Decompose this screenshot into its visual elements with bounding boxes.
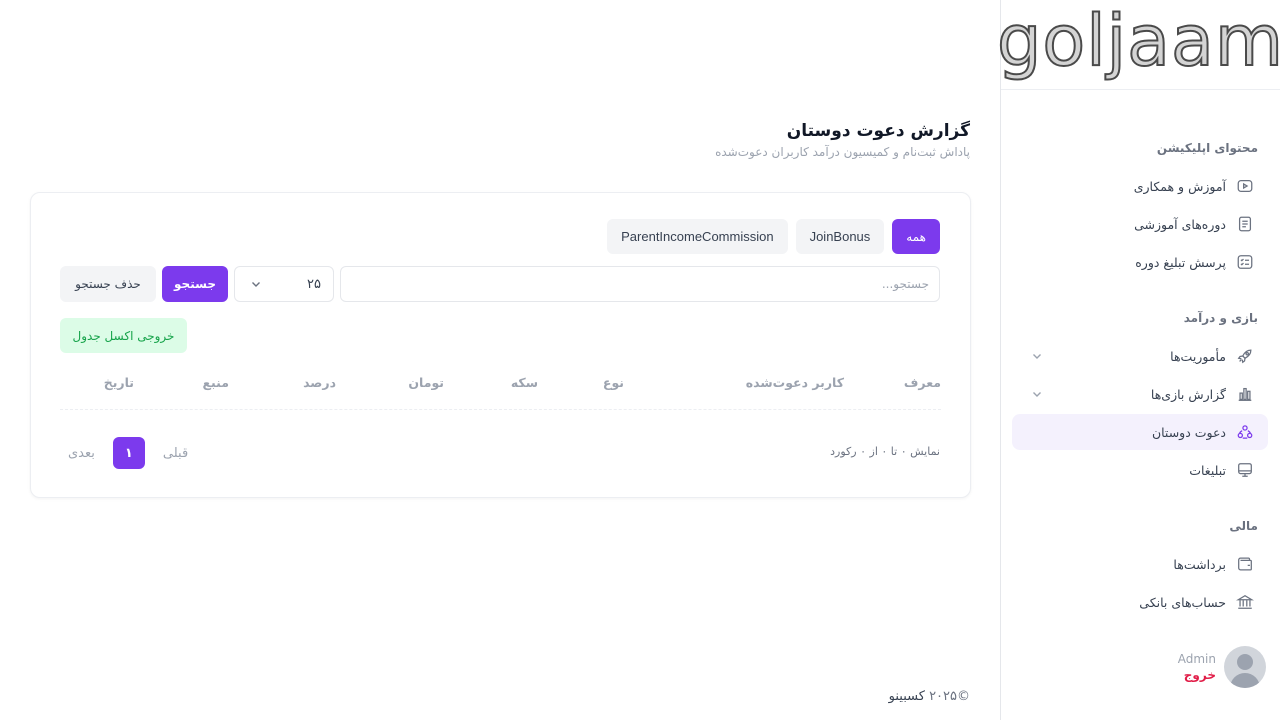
search-button[interactable]: جستجو bbox=[162, 266, 228, 302]
records-info: نمایش ۰ تا ۰ از ۰ رکورد bbox=[830, 445, 940, 458]
column-header-percent[interactable]: درصد bbox=[303, 375, 336, 390]
sidebar-item-label: دوره‌های آموزشی bbox=[1134, 216, 1226, 232]
excel-export-button[interactable]: خروجی اکسل جدول bbox=[60, 318, 187, 353]
sidebar-item-withdrawals[interactable]: برداشت‌ها bbox=[1012, 546, 1268, 582]
sidebar-item-label: مأموریت‌ها bbox=[1170, 348, 1226, 364]
logo-area: goljaam bbox=[996, 0, 1280, 90]
document-icon bbox=[1236, 215, 1254, 233]
sidebar-item-label: دعوت دوستان bbox=[1151, 424, 1226, 440]
page-title: گزارش دعوت دوستان bbox=[786, 121, 970, 141]
sidebar-item-ads[interactable]: تبلیغات bbox=[1012, 452, 1268, 488]
sidebar-item-bank-accounts[interactable]: حساب‌های بانکی bbox=[1012, 584, 1268, 620]
footer-year: ©۲۰۲۵ bbox=[929, 689, 970, 704]
sidebar-item-label: آموزش و همکاری bbox=[1133, 178, 1226, 194]
sidebar-item-label: برداشت‌ها bbox=[1173, 556, 1226, 572]
footer: ©۲۰۲۵ کسبینو bbox=[889, 689, 970, 704]
column-header-toman[interactable]: تومان bbox=[408, 375, 444, 390]
pagination: بعدی ۱ قبلی bbox=[68, 437, 188, 469]
search-input[interactable] bbox=[340, 266, 940, 302]
column-header-referrer[interactable]: معرف bbox=[904, 375, 941, 390]
prev-page-button[interactable]: قبلی bbox=[163, 446, 188, 461]
monitor-icon bbox=[1236, 461, 1254, 479]
sidebar-nav: محتوای اپلیکیشن آموزش و همکاری دوره‌های … bbox=[1000, 130, 1280, 622]
next-page-button[interactable]: بعدی bbox=[68, 446, 95, 461]
sidebar-section-title: بازی و درآمد bbox=[1183, 311, 1258, 325]
sidebar-item-missions[interactable]: مأموریت‌ها bbox=[1012, 338, 1268, 374]
column-header-date[interactable]: تاریخ bbox=[104, 375, 134, 390]
wallet-icon bbox=[1236, 555, 1254, 573]
footer-brand[interactable]: کسبینو bbox=[889, 689, 925, 704]
brand-logo[interactable]: goljaam bbox=[996, 5, 1280, 77]
page-subtitle: پاداش ثبت‌نام و کمیسیون درآمد کاربران دع… bbox=[715, 145, 970, 159]
report-card: همه JoinBonus ParentIncomeCommission ۲۵ … bbox=[30, 192, 971, 498]
chevron-down-icon[interactable] bbox=[1030, 387, 1044, 401]
table-header: معرف کاربر دعوت‌شده نوع سکه تومان درصد م… bbox=[60, 363, 941, 410]
chevron-down-icon[interactable] bbox=[1030, 349, 1044, 363]
user-box: Admin خروج bbox=[1178, 646, 1266, 688]
sidebar-item-game-reports[interactable]: گزارش بازی‌ها bbox=[1012, 376, 1268, 412]
type-filter-group: همه JoinBonus ParentIncomeCommission bbox=[607, 219, 940, 254]
column-header-coins[interactable]: سکه bbox=[511, 375, 538, 390]
chevron-down-icon bbox=[252, 282, 260, 287]
sidebar: goljaam محتوای اپلیکیشن آموزش و همکاری د… bbox=[996, 0, 1280, 720]
users-circle-icon bbox=[1236, 423, 1254, 441]
sidebar-item-courses[interactable]: دوره‌های آموزشی bbox=[1012, 206, 1268, 242]
sidebar-item-label: حساب‌های بانکی bbox=[1139, 594, 1226, 610]
rocket-icon bbox=[1236, 347, 1254, 365]
checklist-icon bbox=[1236, 253, 1254, 271]
sidebar-item-training[interactable]: آموزش و همکاری bbox=[1012, 168, 1268, 204]
column-header-source[interactable]: منبع bbox=[203, 375, 229, 390]
avatar[interactable] bbox=[1224, 646, 1266, 688]
sidebar-item-course-question[interactable]: پرسش تبلیغ دوره bbox=[1012, 244, 1268, 280]
per-page-select[interactable]: ۲۵ bbox=[234, 266, 334, 302]
video-icon bbox=[1236, 177, 1254, 195]
sidebar-section-title: محتوای اپلیکیشن bbox=[1156, 141, 1258, 155]
column-header-type[interactable]: نوع bbox=[603, 375, 624, 390]
sidebar-item-invite-friends[interactable]: دعوت دوستان bbox=[1012, 414, 1268, 450]
sidebar-item-label: پرسش تبلیغ دوره bbox=[1135, 254, 1226, 270]
filter-parent-income-button[interactable]: ParentIncomeCommission bbox=[607, 219, 788, 254]
sidebar-section-title: مالی bbox=[1229, 519, 1258, 533]
logout-link[interactable]: خروج bbox=[1178, 668, 1216, 682]
user-name: Admin bbox=[1177, 652, 1216, 666]
per-page-value: ۲۵ bbox=[307, 276, 321, 292]
page-number-button[interactable]: ۱ bbox=[112, 437, 145, 469]
bar-chart-icon bbox=[1236, 385, 1254, 403]
sidebar-item-label: گزارش بازی‌ها bbox=[1150, 386, 1226, 402]
column-header-invited-user[interactable]: کاربر دعوت‌شده bbox=[746, 375, 844, 390]
bank-icon bbox=[1236, 593, 1254, 611]
sidebar-item-label: تبلیغات bbox=[1189, 462, 1226, 478]
filter-all-button[interactable]: همه bbox=[892, 219, 940, 254]
filter-join-bonus-button[interactable]: JoinBonus bbox=[795, 219, 885, 254]
clear-search-button[interactable]: حذف جستجو bbox=[60, 266, 156, 302]
